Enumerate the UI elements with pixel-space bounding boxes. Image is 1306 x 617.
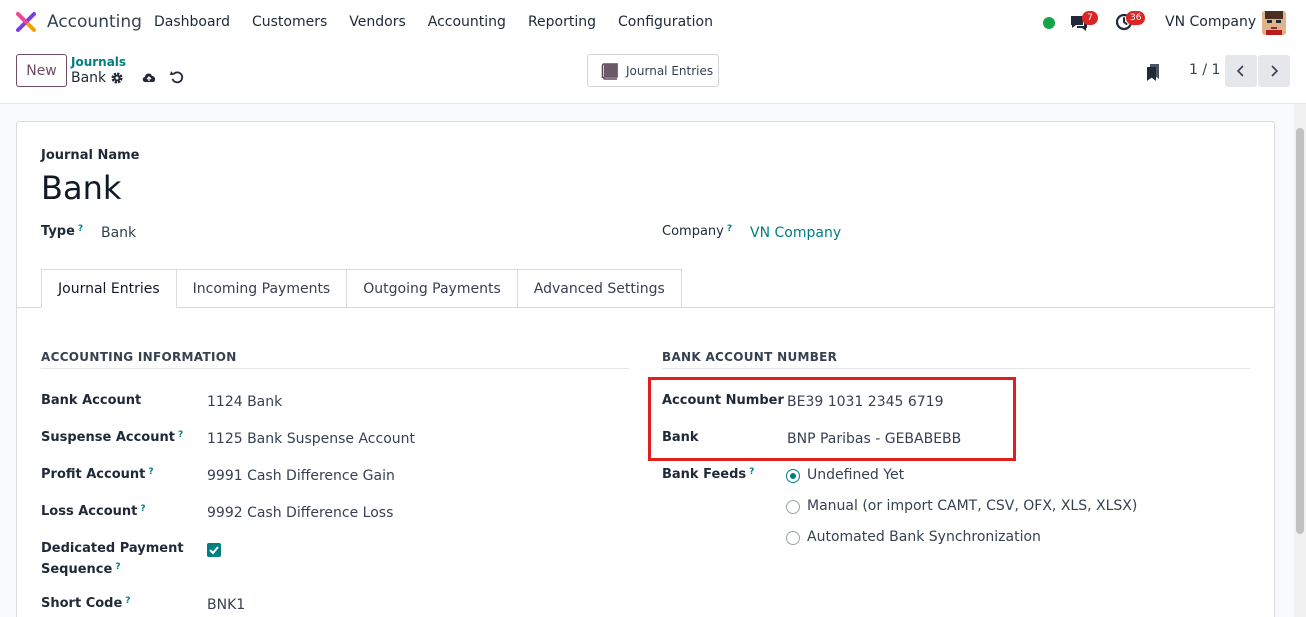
tab-advanced-settings[interactable]: Advanced Settings [517, 269, 682, 308]
avatar-face-icon [1262, 11, 1286, 35]
short-code-label: Short Code? [41, 596, 131, 611]
accounting-app-icon[interactable] [15, 11, 37, 33]
book-icon [601, 62, 618, 80]
dedicated-help-icon[interactable]: ? [115, 562, 120, 572]
menu-customers[interactable]: Customers [252, 14, 327, 30]
profit-help-icon[interactable]: ? [148, 467, 153, 477]
messages-badge: 7 [1082, 11, 1098, 25]
menu-reporting[interactable]: Reporting [528, 14, 596, 30]
company-help-icon[interactable]: ? [727, 224, 732, 234]
new-button[interactable]: New [16, 54, 67, 87]
section-separator [41, 368, 629, 369]
section-separator [662, 368, 1250, 369]
control-panel: New Journals Bank Journal Entries 1 / 1 [0, 46, 1306, 104]
menu-dashboard[interactable]: Dashboard [154, 14, 230, 30]
discard-undo-icon[interactable] [170, 70, 184, 84]
scrollbar-thumb[interactable] [1296, 128, 1304, 534]
activities-badge: 36 [1126, 11, 1146, 25]
suspense-account-label: Suspense Account? [41, 430, 184, 445]
bank-account-number-title: BANK ACCOUNT NUMBER [662, 350, 838, 364]
presence-status-dot [1043, 17, 1055, 29]
bank-account-label: Bank Account [41, 393, 142, 408]
journal-entries-smart-button[interactable]: Journal Entries [587, 54, 719, 87]
bank-feeds-label: Bank Feeds? [662, 467, 755, 482]
pager-previous-button[interactable] [1225, 55, 1257, 87]
page-scrollbar[interactable] [1294, 104, 1306, 617]
top-navbar: Accounting Dashboard Customers Vendors A… [0, 0, 1306, 46]
notebook-tabs: Journal Entries Incoming Payments Outgoi… [41, 269, 682, 308]
bank-feeds-option-manual[interactable]: Manual (or import CAMT, CSV, OFX, XLS, X… [807, 498, 1137, 514]
menu-vendors[interactable]: Vendors [349, 14, 405, 30]
accounting-information-title: ACCOUNTING INFORMATION [41, 350, 237, 364]
company-label: Company? [662, 224, 733, 239]
bookmark-icon[interactable] [1145, 63, 1161, 81]
tab-outgoing-payments[interactable]: Outgoing Payments [347, 269, 518, 308]
profit-account-field[interactable]: 9991 Cash Difference Gain [207, 468, 395, 484]
profit-account-label: Profit Account? [41, 467, 154, 482]
save-cloud-icon[interactable] [141, 70, 157, 84]
suspense-help-icon[interactable]: ? [178, 430, 183, 440]
gear-icon[interactable] [110, 71, 124, 85]
type-help-icon[interactable]: ? [78, 224, 83, 234]
bank-feeds-option-automated[interactable]: Automated Bank Synchronization [807, 529, 1041, 545]
company-switcher[interactable]: VN Company [1165, 14, 1256, 30]
breadcrumb-current: Bank [71, 70, 107, 86]
company-field[interactable]: VN Company [750, 225, 841, 241]
checkmark-icon [209, 546, 219, 555]
dedicated-sequence-checkbox[interactable] [207, 543, 221, 557]
dedicated-sequence-label-line2: Sequence? [41, 562, 121, 577]
type-field[interactable]: Bank [101, 225, 136, 241]
dedicated-sequence-label-line1: Dedicated Payment [41, 541, 184, 556]
chevron-left-icon [1236, 65, 1244, 77]
suspense-account-field[interactable]: 1125 Bank Suspense Account [207, 431, 415, 447]
bank-account-field[interactable]: 1124 Bank [207, 394, 282, 410]
tab-journal-entries[interactable]: Journal Entries [41, 269, 177, 308]
journal-entries-label: Journal Entries [626, 63, 714, 78]
pager-next-button[interactable] [1258, 55, 1290, 87]
type-label: Type? [41, 224, 84, 239]
menu-accounting[interactable]: Accounting [428, 14, 506, 30]
form-sheet [16, 121, 1275, 617]
menu-configuration[interactable]: Configuration [618, 14, 713, 30]
user-avatar[interactable] [1262, 11, 1286, 35]
main-menu: Dashboard Customers Vendors Accounting R… [154, 14, 735, 30]
bank-feeds-radio-undefined[interactable] [786, 469, 800, 483]
journal-name-field[interactable]: Bank [41, 169, 121, 207]
bank-feeds-option-undefined[interactable]: Undefined Yet [807, 467, 904, 483]
bank-feeds-radio-manual[interactable] [786, 500, 800, 514]
breadcrumb-journals[interactable]: Journals [71, 55, 126, 69]
loss-account-label: Loss Account? [41, 504, 146, 519]
journal-name-label: Journal Name [41, 148, 140, 163]
tab-incoming-payments[interactable]: Incoming Payments [176, 269, 348, 308]
highlight-box [648, 377, 1016, 461]
short-code-help-icon[interactable]: ? [125, 596, 130, 606]
loss-account-field[interactable]: 9992 Cash Difference Loss [207, 505, 393, 521]
pager-value[interactable]: 1 / 1 [1189, 62, 1220, 78]
app-name[interactable]: Accounting [47, 12, 142, 32]
chevron-right-icon [1271, 65, 1279, 77]
short-code-field[interactable]: BNK1 [207, 597, 245, 613]
loss-help-icon[interactable]: ? [140, 504, 145, 514]
bank-feeds-radio-automated[interactable] [786, 531, 800, 545]
bank-feeds-help-icon[interactable]: ? [749, 467, 754, 477]
